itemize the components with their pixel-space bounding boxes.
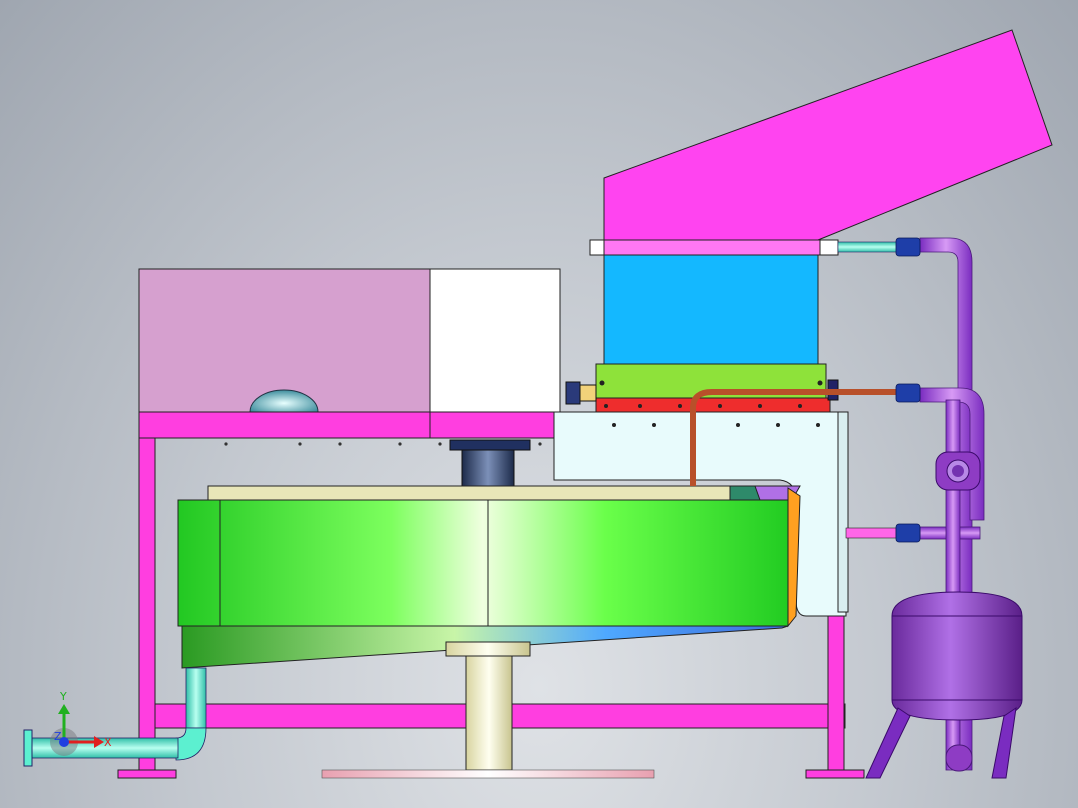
rotor-drum[interactable]: [177, 485, 801, 669]
expansion-tank[interactable]: [865, 591, 1023, 779]
triad-x-label: X: [104, 736, 112, 749]
pipe-fittings: [895, 237, 921, 543]
gearbox-cover[interactable]: [429, 268, 561, 413]
flange: [935, 451, 981, 491]
motor-housing[interactable]: [138, 268, 431, 413]
drive-shaft: [449, 439, 531, 489]
heater-band[interactable]: [595, 363, 839, 413]
assembly-drawing[interactable]: Y X Z: [0, 0, 1078, 808]
hopper-window[interactable]: [603, 254, 819, 366]
hopper-chute[interactable]: [589, 29, 1053, 256]
coupling: [565, 381, 597, 405]
triad-y-label: Y: [59, 690, 67, 703]
triad-z-label: Z: [54, 730, 62, 743]
cad-viewport[interactable]: Y X Z: [0, 0, 1078, 808]
